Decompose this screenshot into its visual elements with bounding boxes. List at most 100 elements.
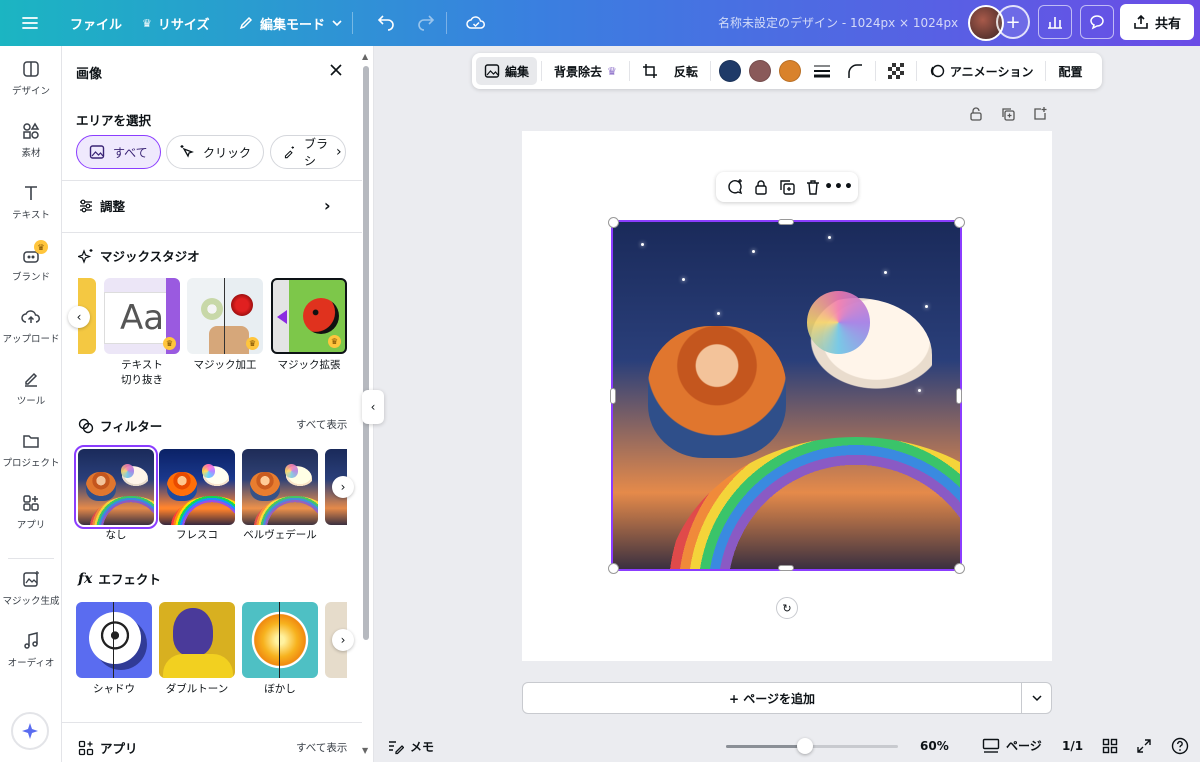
selected-image[interactable] — [611, 220, 962, 571]
collapse-panel-button[interactable]: ‹ — [362, 390, 384, 424]
rail-item-projects[interactable]: プロジェクト — [0, 422, 62, 478]
scroll-right-button[interactable]: › — [332, 629, 354, 651]
transparency-icon[interactable] — [887, 63, 904, 79]
scroll-right-button[interactable]: › — [332, 476, 354, 498]
grid-view-button[interactable] — [1100, 736, 1120, 756]
lock-page-button[interactable] — [966, 104, 986, 124]
resize-handle-left[interactable] — [610, 388, 616, 404]
effect-tile-duotone[interactable] — [159, 602, 235, 678]
rail-item-tools[interactable]: ツール — [0, 360, 62, 416]
notes-button[interactable]: メモ — [388, 738, 434, 755]
magic-assistant-button[interactable] — [11, 712, 49, 750]
edit-image-button[interactable]: 編集 — [476, 57, 538, 85]
rail-item-magic-media[interactable]: マジック生成 — [0, 560, 62, 616]
zoom-slider[interactable] — [726, 738, 898, 754]
color-swatch-navy[interactable] — [718, 60, 741, 82]
lock-element-button[interactable] — [751, 177, 771, 197]
see-all-filters-link[interactable]: すべて表示 — [296, 417, 347, 432]
add-comment-button[interactable] — [725, 177, 745, 197]
cloud-save-button[interactable] — [460, 7, 492, 39]
add-page-button[interactable] — [1030, 104, 1050, 124]
chip-select-all[interactable]: すべて — [76, 135, 161, 169]
expand-icon — [1137, 739, 1151, 753]
magic-tile-magic-expand[interactable]: ♛ — [271, 278, 347, 354]
redo-button[interactable] — [410, 7, 442, 39]
invite-button[interactable]: + — [996, 5, 1030, 39]
animate-button[interactable]: アニメーション — [921, 57, 1042, 85]
scroll-down-icon[interactable]: ▼ — [362, 746, 368, 755]
pages-button[interactable]: ページ — [982, 737, 1042, 754]
add-page-dropdown[interactable] — [1022, 682, 1052, 714]
flip-button[interactable]: 反転 — [666, 57, 706, 85]
resize-handle-bottom[interactable] — [778, 565, 794, 571]
magic-tile-text-cutout[interactable]: Aa ♛ — [104, 278, 180, 354]
filter-tile-none[interactable] — [74, 445, 158, 529]
resize-handle-top-left[interactable] — [608, 217, 619, 228]
resize-handle-top[interactable] — [778, 219, 794, 225]
chip-label: ブラシ — [303, 137, 328, 168]
magic-tile-magic-edit[interactable]: ♛ — [187, 278, 263, 354]
share-button[interactable]: 共有 — [1120, 4, 1194, 40]
resize-handle-bottom-left[interactable] — [608, 563, 619, 574]
rail-item-text[interactable]: テキスト — [0, 174, 62, 230]
divider — [1045, 61, 1047, 81]
rotate-handle[interactable]: ↻ — [776, 597, 798, 619]
color-swatch-mauve[interactable] — [748, 60, 771, 82]
rail-item-upload[interactable]: アップロード — [0, 298, 62, 354]
rail-item-apps[interactable]: アプリ — [0, 484, 62, 540]
bg-remover-button[interactable]: 背景除去 ♛ — [546, 57, 625, 85]
duplicate-element-button[interactable] — [777, 177, 797, 197]
resize-handle-right[interactable] — [956, 388, 962, 404]
color-swatch-orange[interactable] — [778, 60, 801, 82]
corner-rounding-button[interactable] — [839, 57, 871, 85]
effect-tile-blur[interactable] — [242, 602, 318, 678]
fx-icon: fx — [78, 570, 93, 587]
position-button[interactable]: 配置 — [1050, 57, 1090, 85]
filter-tile-fresco[interactable] — [159, 449, 235, 525]
filter-tile-belvedere[interactable] — [242, 449, 318, 525]
chip-click[interactable]: クリック — [166, 135, 265, 169]
cloud-upload-icon — [21, 310, 40, 323]
more-options-button[interactable]: ••• — [824, 177, 853, 197]
add-page-button[interactable]: + ページを追加 — [522, 682, 1022, 714]
resize-button[interactable]: ♛ リサイズ — [134, 7, 218, 39]
scroll-up-icon[interactable]: ▲ — [362, 52, 368, 61]
see-all-apps-link[interactable]: すべて表示 — [296, 740, 347, 755]
adjust-row[interactable]: 調整 › — [78, 196, 338, 215]
rail-item-elements[interactable]: 素材 — [0, 112, 62, 168]
rail-item-audio[interactable]: オーディオ — [0, 622, 62, 678]
rail-item-design[interactable]: デザイン — [0, 50, 62, 106]
split-line — [279, 602, 280, 678]
panel-scrollbar[interactable] — [363, 66, 369, 640]
scroll-left-button[interactable]: ‹ — [68, 306, 90, 328]
zoom-value[interactable]: 60% — [920, 739, 949, 753]
zoom-slider-knob[interactable] — [797, 738, 814, 754]
border-style-button[interactable] — [805, 57, 839, 85]
file-menu[interactable]: ファイル — [62, 7, 130, 39]
layout-icon — [23, 61, 39, 77]
chip-brush[interactable]: ブラシ — [270, 135, 346, 169]
undo-button[interactable] — [370, 7, 402, 39]
rail-item-brand[interactable]: ♛ ブランド — [0, 236, 62, 292]
share-upload-icon — [1134, 14, 1148, 29]
crop-button[interactable] — [634, 57, 666, 85]
sparkles-icon — [78, 248, 93, 264]
help-button[interactable] — [1170, 736, 1190, 756]
delete-element-button[interactable] — [803, 177, 823, 197]
fullscreen-button[interactable] — [1134, 736, 1154, 756]
crown-icon: ♛ — [34, 240, 48, 254]
effect-tile-shadow[interactable] — [76, 602, 152, 678]
document-title[interactable]: 名称未設定のデザイン - 1024px × 1024px — [718, 14, 958, 31]
file-menu-label: ファイル — [70, 17, 123, 33]
comments-button[interactable] — [1080, 5, 1114, 39]
duplicate-page-button[interactable] — [998, 104, 1018, 124]
sparkle-icon — [22, 723, 38, 739]
insights-button[interactable] — [1038, 5, 1072, 39]
chevron-right-icon[interactable]: › — [336, 144, 342, 160]
resize-handle-bottom-right[interactable] — [954, 563, 965, 574]
menu-icon[interactable] — [14, 7, 46, 39]
divider — [628, 61, 630, 81]
resize-handle-top-right[interactable] — [954, 217, 965, 228]
edit-mode-dropdown[interactable]: 編集モード — [230, 7, 351, 39]
close-button[interactable] — [326, 60, 346, 80]
